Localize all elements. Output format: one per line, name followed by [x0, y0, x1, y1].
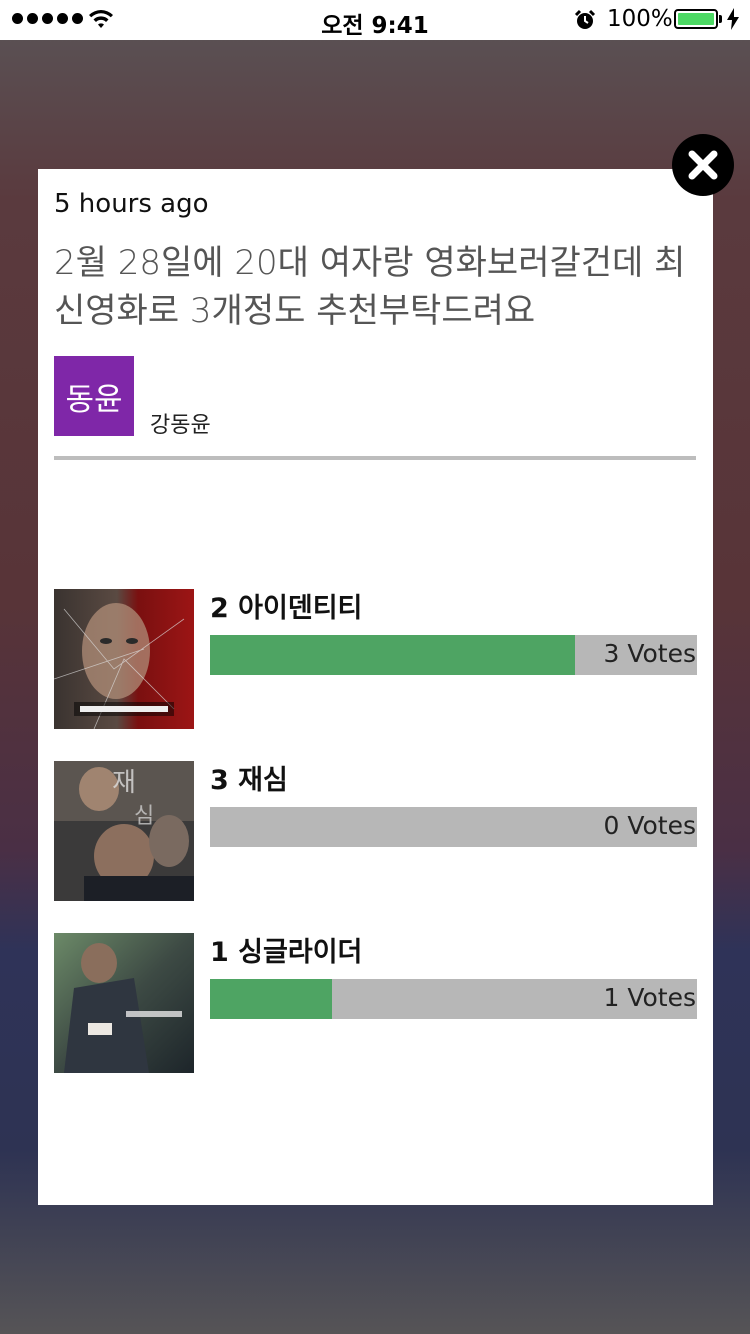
avatar[interactable]: 동윤	[54, 356, 134, 436]
poll-option-single-rider[interactable]: 1 싱글라이더 1 Votes	[54, 933, 697, 1073]
option-title: 3 재심	[210, 765, 288, 796]
vote-count: 1 Votes	[603, 983, 696, 1012]
post-question: 2월 28일에 20대 여자랑 영화보러갈건데 최신영화로 3개정도 추천부탁드…	[54, 243, 686, 331]
battery-tip	[719, 15, 722, 23]
battery-percent: 100%	[607, 6, 673, 32]
svg-text:심: 심	[134, 804, 154, 829]
author-name[interactable]: 강동윤	[150, 407, 211, 439]
vote-count: 0 Votes	[603, 811, 696, 840]
movie-poster-retrial[interactable]: 재 심	[54, 761, 194, 901]
movie-poster-identity[interactable]	[54, 589, 194, 729]
alarm-icon	[574, 9, 596, 29]
status-bar: 오전 9:41 100%	[0, 0, 750, 40]
svg-text:재: 재	[112, 768, 136, 798]
poll-card: 5 hours ago 2월 28일에 20대 여자랑 영화보러갈건데 최신영화…	[38, 169, 713, 1205]
close-button[interactable]	[672, 134, 734, 196]
post-time-ago: 5 hours ago	[54, 189, 209, 219]
vote-bar: 1 Votes	[210, 979, 697, 1019]
vote-bar-fill	[210, 979, 332, 1019]
movie-poster-single-rider[interactable]	[54, 933, 194, 1073]
poll-option-identity[interactable]: 2 아이덴티티 3 Votes	[54, 589, 697, 729]
vote-bar-fill	[210, 635, 576, 675]
poll-option-retrial[interactable]: 재 심 3 재심 0 Votes	[54, 761, 697, 901]
close-icon	[688, 150, 718, 180]
vote-count: 3 Votes	[603, 639, 696, 668]
option-title: 2 아이덴티티	[210, 593, 363, 624]
option-title: 1 싱글라이더	[210, 937, 363, 968]
divider	[54, 456, 696, 460]
vote-bar: 3 Votes	[210, 635, 697, 675]
vote-bar: 0 Votes	[210, 807, 697, 847]
charging-bolt-icon	[727, 8, 739, 30]
battery-icon	[674, 9, 718, 29]
